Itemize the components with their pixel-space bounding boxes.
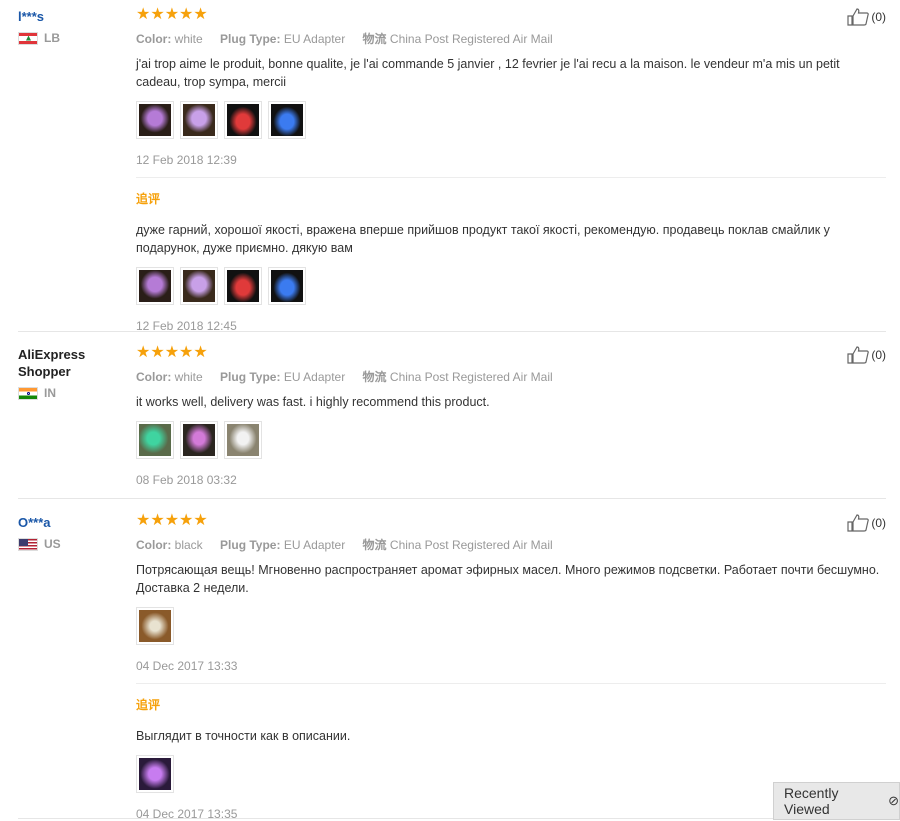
plug-key: Plug Type: — [220, 538, 281, 552]
shipping-key: 物流 — [362, 538, 387, 552]
reviewer-info: AliExpress Shopper IN — [18, 346, 128, 400]
review-date: 12 Feb 2018 12:39 — [136, 153, 237, 167]
thumbs-up-icon — [847, 8, 870, 26]
reviewer-name[interactable]: O***a — [18, 514, 128, 531]
plug-key: Plug Type: — [220, 32, 281, 46]
reviewer-country: IN — [18, 386, 128, 400]
color-value: white — [174, 32, 203, 46]
reviewer-country: LB — [18, 31, 128, 45]
review-text: j'ai trop aime le produit, bonne qualite… — [136, 57, 840, 89]
plug-value: EU Adapter — [283, 538, 346, 552]
star-rating: ★★★★★ — [136, 344, 208, 361]
followup-photos — [136, 267, 886, 305]
shipping-value: China Post Registered Air Mail — [389, 32, 553, 46]
shipping-value: China Post Registered Air Mail — [389, 370, 553, 384]
review-date: 08 Feb 2018 03:32 — [136, 473, 237, 487]
star-rating: ★★★★★ — [136, 6, 208, 23]
close-icon[interactable]: ⊘ — [888, 793, 899, 809]
order-attributes: Color: white Plug Type: EU Adapter 物流 Ch… — [136, 368, 886, 385]
review-item: l***s LB ★★★★★ Color: white Plug Type: E… — [18, 7, 886, 333]
divider — [18, 331, 886, 332]
color-key: Color: — [136, 370, 172, 384]
usa-flag-icon — [18, 537, 38, 551]
followup-label: 追评 — [136, 698, 161, 712]
helpful-count: (0) — [871, 516, 886, 530]
review-photos — [136, 607, 886, 645]
review-content: ★★★★★ Color: white Plug Type: EU Adapter… — [136, 6, 886, 333]
color-key: Color: — [136, 538, 172, 552]
helpful-button[interactable]: (0) — [847, 8, 886, 26]
helpful-count: (0) — [871, 10, 886, 24]
review-item: O***a US ★★★★★ Color: black Plug Type: E… — [18, 513, 886, 821]
shipping-key: 物流 — [362, 370, 387, 384]
review-content: ★★★★★ Color: white Plug Type: EU Adapter… — [136, 344, 886, 487]
lebanon-flag-icon — [18, 31, 38, 45]
shipping-value: China Post Registered Air Mail — [389, 538, 553, 552]
thumbs-up-icon — [847, 514, 870, 532]
thumbs-up-icon — [847, 346, 870, 364]
country-code: US — [44, 537, 61, 551]
recently-viewed-label: Recently Viewed — [784, 785, 839, 817]
shipping-key: 物流 — [362, 32, 387, 46]
review-date: 04 Dec 2017 13:33 — [136, 659, 238, 673]
review-photos — [136, 101, 886, 139]
color-value: white — [174, 370, 203, 384]
review-item: AliExpress Shopper IN ★★★★★ Color: white… — [18, 344, 886, 491]
review-photo[interactable] — [180, 267, 218, 305]
india-flag-icon — [18, 386, 38, 400]
followup-label: 追评 — [136, 192, 161, 206]
recently-viewed-tab[interactable]: Recently Viewed ⊘ — [773, 782, 900, 820]
review-photo[interactable] — [268, 101, 306, 139]
review-photo[interactable] — [224, 421, 262, 459]
plug-value: EU Adapter — [283, 32, 346, 46]
reviewer-name[interactable]: l***s — [18, 8, 128, 25]
review-photo[interactable] — [136, 755, 174, 793]
reviewer-country: US — [18, 537, 128, 551]
country-code: IN — [44, 386, 56, 400]
review-photo[interactable] — [136, 421, 174, 459]
star-rating: ★★★★★ — [136, 512, 208, 529]
review-photo[interactable] — [180, 421, 218, 459]
review-text: Потрясающая вещь! Мгновенно распространя… — [136, 563, 880, 595]
review-text: it works well, delivery was fast. i high… — [136, 395, 490, 409]
helpful-count: (0) — [871, 348, 886, 362]
review-photo[interactable] — [136, 267, 174, 305]
followup-text: Выглядит в точности как в описании. — [136, 729, 351, 743]
review-photos — [136, 421, 886, 459]
review-content: ★★★★★ Color: black Plug Type: EU Adapter… — [136, 512, 886, 821]
review-photo[interactable] — [180, 101, 218, 139]
plug-key: Plug Type: — [220, 370, 281, 384]
country-code: LB — [44, 31, 60, 45]
color-value: black — [174, 538, 203, 552]
plug-value: EU Adapter — [283, 370, 346, 384]
divider — [18, 818, 886, 819]
order-attributes: Color: black Plug Type: EU Adapter 物流 Ch… — [136, 536, 886, 553]
divider — [18, 498, 886, 499]
review-photo[interactable] — [224, 101, 262, 139]
review-photo[interactable] — [224, 267, 262, 305]
review-photo[interactable] — [136, 607, 174, 645]
order-attributes: Color: white Plug Type: EU Adapter 物流 Ch… — [136, 30, 886, 47]
helpful-button[interactable]: (0) — [847, 346, 886, 364]
helpful-button[interactable]: (0) — [847, 514, 886, 532]
reviewer-info: l***s LB — [18, 8, 128, 45]
review-photo[interactable] — [268, 267, 306, 305]
reviewer-name: AliExpress Shopper — [18, 347, 86, 379]
followup-review: 追评 дуже гарний, хорошої якості, вражена … — [136, 177, 886, 333]
followup-text: дуже гарний, хорошої якості, вражена впе… — [136, 223, 830, 255]
color-key: Color: — [136, 32, 172, 46]
review-photo[interactable] — [136, 101, 174, 139]
reviewer-info: O***a US — [18, 514, 128, 551]
